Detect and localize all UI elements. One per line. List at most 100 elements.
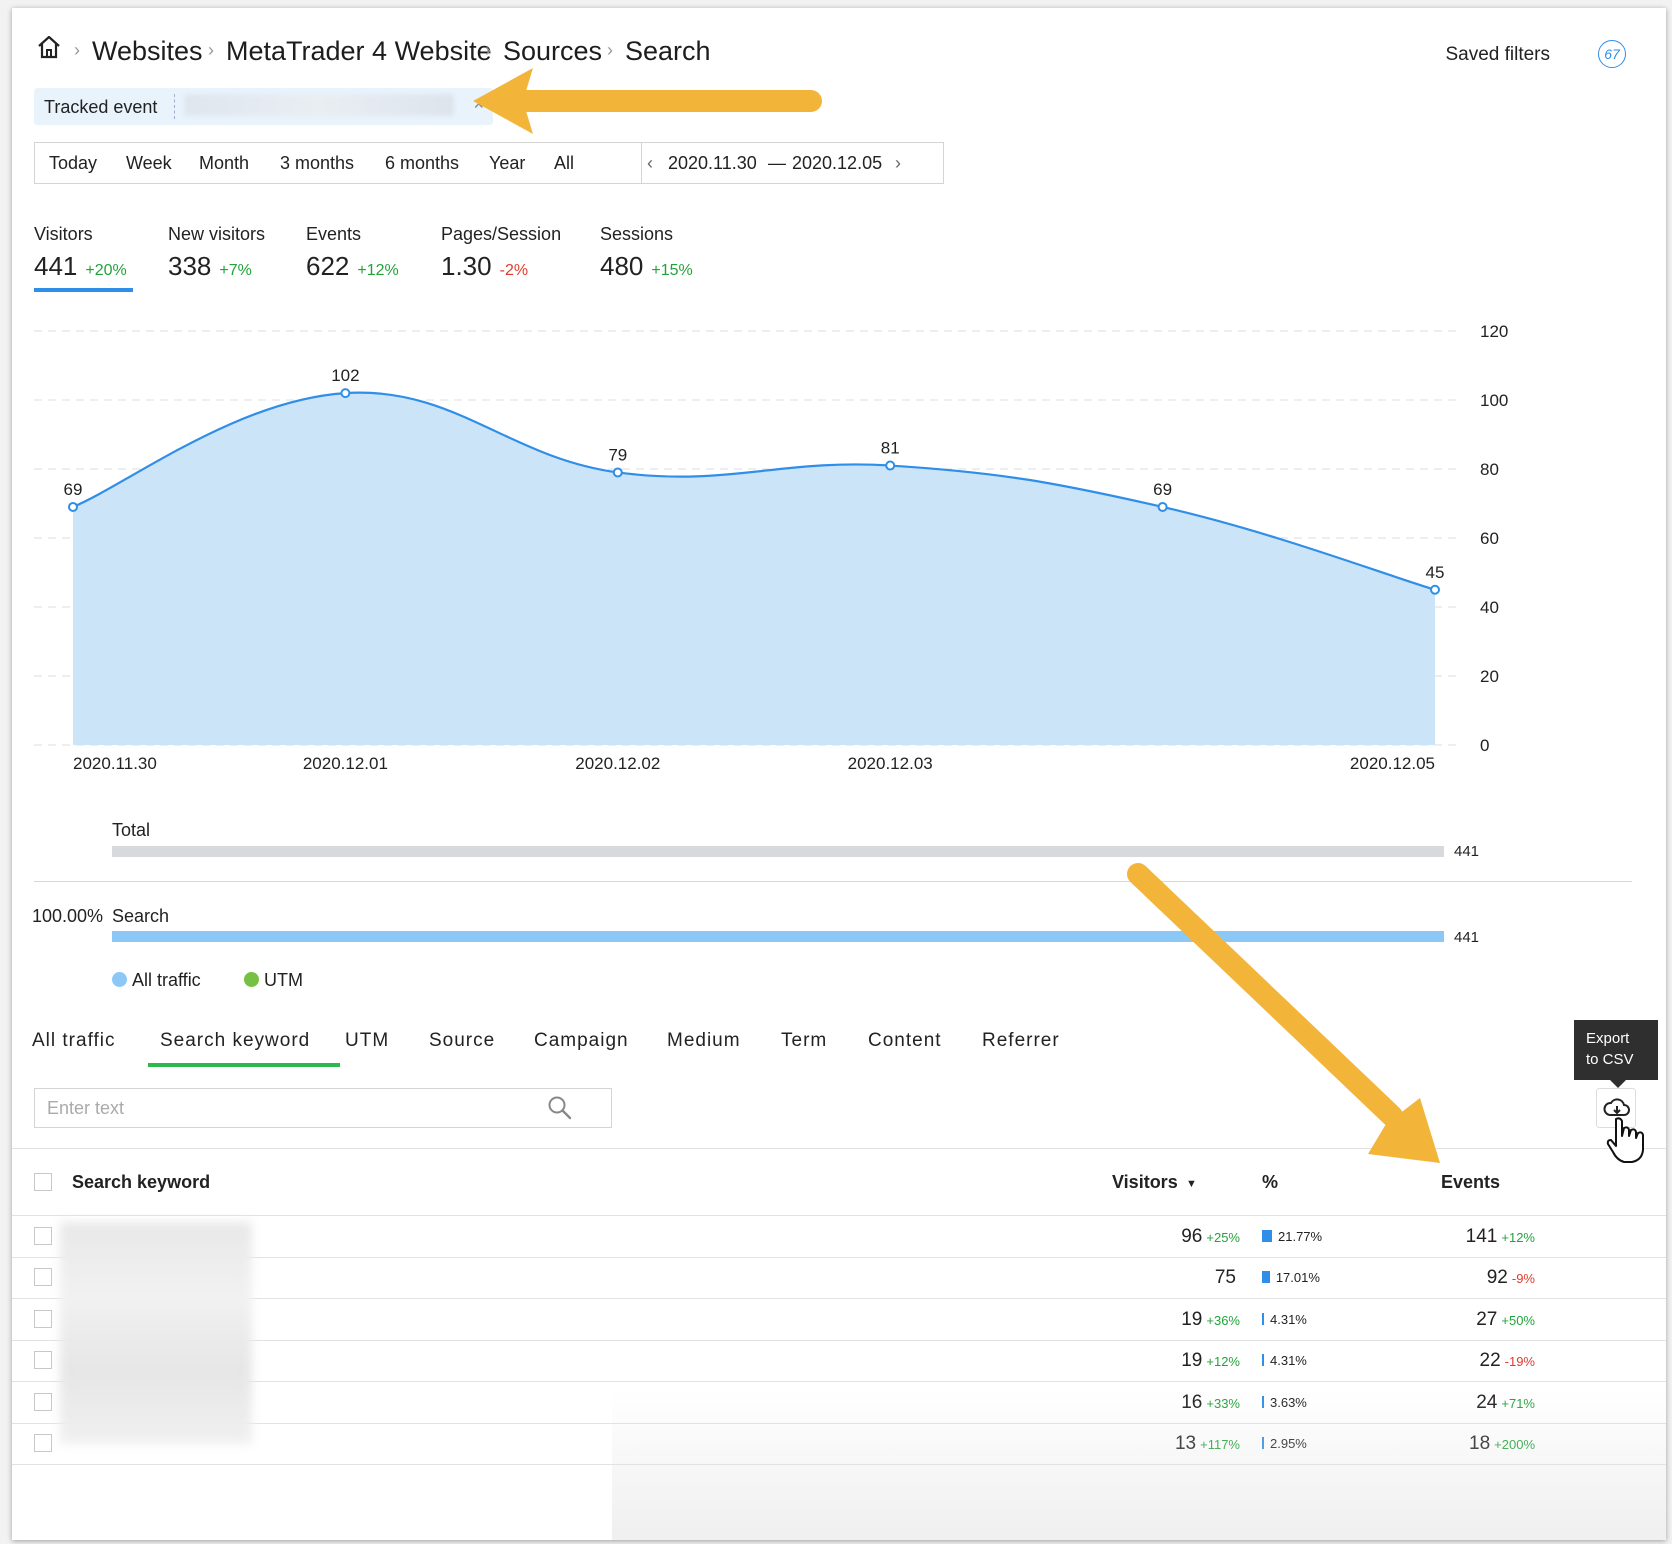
tab-month[interactable]: Month: [199, 153, 249, 174]
column-search-keyword[interactable]: Search keyword: [72, 1172, 210, 1193]
row-percent: 17.01%: [1262, 1270, 1320, 1285]
sort-desc-icon[interactable]: ▼: [1186, 1178, 1197, 1190]
filter-chip-divider: [174, 94, 175, 119]
y-tick-label: 60: [1480, 529, 1499, 548]
date-range-bar: Today Week Month 3 months 6 months Year …: [34, 142, 944, 184]
row-checkbox[interactable]: [34, 1309, 52, 1328]
row-checkbox[interactable]: [34, 1434, 52, 1452]
x-tick-label: 2020.11.30: [73, 754, 157, 773]
data-point: [1157, 501, 1168, 512]
percent-bar: [1262, 1354, 1264, 1367]
metric-visitors[interactable]: Visitors 441 +20%: [34, 224, 127, 282]
tab-campaign[interactable]: Campaign: [534, 1030, 629, 1052]
app-window: › Websites › MetaTrader 4 Website › Sour…: [12, 8, 1666, 1540]
filter-chip: Tracked event ×: [34, 88, 493, 125]
legend-dot-all-traffic: [112, 972, 127, 987]
saved-filters-link[interactable]: Saved filters: [1445, 44, 1550, 66]
tab-search-keyword[interactable]: Search keyword: [160, 1030, 310, 1052]
metric-label: Events: [306, 224, 362, 244]
row-visitors: 19 +12%: [1181, 1350, 1240, 1372]
tooltip-line: Export: [1586, 1030, 1630, 1047]
y-tick-label: 20: [1480, 667, 1499, 686]
legend-utm[interactable]: UTM: [264, 970, 303, 991]
data-point: [612, 467, 623, 478]
legend-all-traffic[interactable]: All traffic: [132, 970, 201, 991]
tooltip-line: to CSV: [1586, 1051, 1634, 1068]
saved-filters-count[interactable]: 67: [1598, 40, 1626, 68]
metric-pages-session[interactable]: Pages/Session 1.30 -2%: [441, 224, 561, 282]
tab-term[interactable]: Term: [781, 1030, 827, 1052]
y-tick-label: 40: [1480, 598, 1499, 617]
metric-label: Pages/Session: [441, 224, 562, 244]
y-tick-label: 0: [1480, 736, 1489, 755]
x-tick-label: 2020.12.01: [303, 754, 388, 773]
date-from[interactable]: 2020.11.30: [668, 153, 757, 174]
visitors-area-chart: 0 20 40 60 80 100 120 69 2020.11.30 102 2020.12.01…: [34, 322, 1508, 773]
row-visitors: 96 +25%: [1181, 1226, 1240, 1247]
tab-utm[interactable]: UTM: [345, 1030, 389, 1052]
metric-change: +12%: [357, 262, 399, 279]
table-row[interactable]: 75 17.01% 92 -9%: [12, 1257, 1666, 1298]
row-checkbox[interactable]: [34, 1268, 52, 1287]
metric-change: +20%: [85, 262, 127, 279]
series-area: [73, 392, 1435, 745]
home-icon[interactable]: [36, 34, 62, 60]
data-point: [885, 460, 896, 471]
date-to[interactable]: 2020.12.05: [792, 153, 882, 174]
row-visitors: 75: [1214, 1267, 1236, 1289]
table-row[interactable]: 96 +25% 21.77% 141 +12%: [12, 1216, 1666, 1257]
annotation-arrow-down-right: [1127, 863, 1440, 1163]
chevron-right-icon: ›: [607, 40, 613, 60]
tab-source[interactable]: Source: [429, 1030, 495, 1052]
date-dash: —: [768, 153, 786, 173]
breadcrumb-websites[interactable]: Websites: [92, 36, 203, 67]
total-label: Total: [112, 820, 151, 840]
table-row[interactable]: 19 +12% 4.31% 22 -19%: [12, 1340, 1666, 1381]
chevron-right-icon: ›: [208, 40, 214, 60]
table-row[interactable]: 19 +36% 4.31% 27 +50%: [12, 1299, 1666, 1340]
date-divider: [641, 143, 642, 183]
breadcrumb-website[interactable]: MetaTrader 4 Website: [226, 36, 492, 67]
metric-sessions[interactable]: Sessions 480 +15%: [600, 224, 693, 282]
tab-all-traffic[interactable]: All traffic: [32, 1030, 116, 1052]
search-icon[interactable]: [547, 1095, 573, 1121]
row-checkbox[interactable]: [34, 1227, 52, 1245]
x-tick-label: 2020.12.02: [575, 754, 660, 773]
data-label: 81: [881, 439, 900, 458]
tab-content[interactable]: Content: [868, 1030, 942, 1052]
breadcrumb-sources[interactable]: Sources: [503, 36, 602, 67]
tab-referrer[interactable]: Referrer: [982, 1030, 1060, 1052]
data-point: [1430, 584, 1440, 595]
x-tick-label: 2020.12.05: [1350, 754, 1435, 773]
chevron-right-icon[interactable]: ›: [895, 153, 901, 174]
select-all-checkbox[interactable]: [34, 1173, 52, 1191]
row-events: 22 -19%: [1479, 1350, 1536, 1372]
tab-3-months[interactable]: 3 months: [280, 153, 354, 174]
search-box: [34, 1088, 612, 1128]
row-checkbox[interactable]: [34, 1351, 52, 1370]
row-percent: 4.31%: [1262, 1312, 1307, 1327]
page-curl-shadow: [612, 1388, 1666, 1540]
row-checkbox[interactable]: [34, 1392, 52, 1411]
keywords-redacted: [60, 1222, 252, 1444]
percent-bar: [1262, 1271, 1270, 1284]
y-tick-label: 100: [1480, 391, 1508, 410]
active-metric-indicator: [34, 288, 133, 292]
tab-medium[interactable]: Medium: [667, 1030, 741, 1052]
tab-today[interactable]: Today: [49, 153, 97, 174]
tab-week[interactable]: Week: [126, 153, 172, 174]
tab-year[interactable]: Year: [489, 153, 525, 174]
metric-label: Sessions: [600, 224, 674, 244]
search-input[interactable]: [45, 1097, 549, 1120]
chevron-left-icon[interactable]: ‹: [647, 153, 653, 174]
tab-6-months[interactable]: 6 months: [385, 153, 459, 174]
row-events: 27 +50%: [1476, 1308, 1535, 1330]
metric-events[interactable]: Events 622 +12%: [306, 224, 399, 282]
y-tick-label: 120: [1480, 322, 1508, 341]
metric-new-visitors[interactable]: New visitors 338 +7%: [168, 224, 265, 282]
x-tick-label: 2020.12.03: [848, 754, 933, 773]
metric-value: 441: [34, 251, 78, 281]
metric-value: 480: [600, 251, 644, 281]
tab-all[interactable]: All: [554, 153, 574, 174]
metric-value: 338: [168, 251, 212, 281]
